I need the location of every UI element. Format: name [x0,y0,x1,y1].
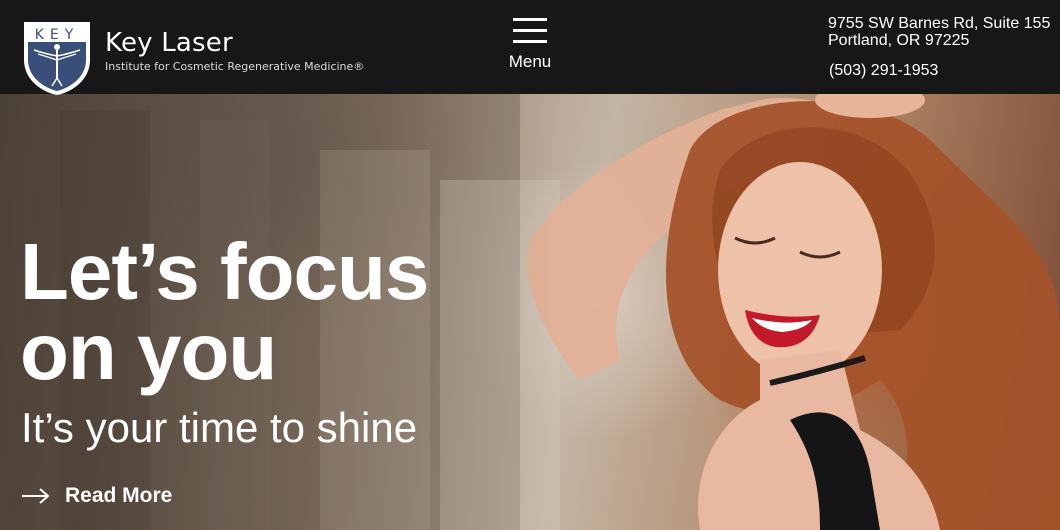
site-header: KEY Key Laser Institute for Cosmetic Reg… [0,0,1060,96]
menu-button[interactable]: Menu [500,14,560,76]
brand-name[interactable]: Key Laser [105,28,233,58]
brand-subtitle: Institute for Cosmetic Regenerative Medi… [105,60,365,73]
shield-logo-icon[interactable]: KEY [22,20,92,96]
address: 9755 SW Barnes Rd, Suite 155 Portland, O… [828,15,1051,49]
address-line-1: 9755 SW Barnes Rd, Suite 155 [828,15,1051,32]
read-more-label[interactable]: Read More [65,484,172,508]
menu-label[interactable]: Menu [500,52,560,72]
headline-line-1: Let’s focus [20,227,429,316]
hero-headline: Let’s focus on you [20,227,429,396]
read-more-link[interactable]: Read More [21,484,172,508]
arrow-right-icon[interactable] [21,486,51,506]
svg-text:KEY: KEY [35,27,80,43]
hero-tagline: It’s your time to shine [21,404,418,451]
address-line-2: Portland, OR 97225 [828,32,970,49]
phone-link[interactable]: (503) 291-1953 [829,62,938,80]
headline-line-2: on you [20,307,277,396]
